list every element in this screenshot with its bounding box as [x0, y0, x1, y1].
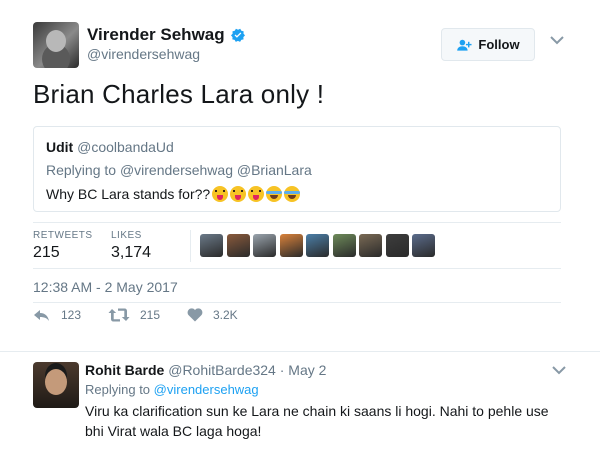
divider: [33, 302, 561, 303]
main-tweet: Virender Sehwag @virendersehwag Follow B…: [0, 0, 600, 352]
author-name[interactable]: Virender Sehwag: [87, 25, 225, 45]
author-name-row[interactable]: Virender Sehwag: [87, 25, 246, 45]
quoted-author[interactable]: Udit @coolbandaUd: [46, 139, 174, 155]
divider: [190, 230, 191, 262]
likes-label: LIKES: [111, 230, 142, 241]
author-handle[interactable]: @virendersehwag: [87, 46, 200, 62]
divider: [33, 222, 561, 223]
likes-stat[interactable]: LIKES 3,174: [111, 230, 151, 262]
quoted-replying-handles[interactable]: @virendersehwag @BrianLara: [120, 162, 312, 178]
liker-avatar[interactable]: [200, 234, 223, 257]
tongue-emoji-icon: [230, 186, 247, 202]
like-count: 3.2K: [213, 307, 238, 322]
liker-avatars: [200, 234, 435, 257]
verified-badge-icon: [230, 28, 245, 42]
reply-header: Rohit Barde @RohitBarde324 · May 2: [85, 362, 326, 378]
reply-replying-handle[interactable]: @virendersehwag: [154, 382, 259, 397]
liker-avatar[interactable]: [226, 234, 250, 257]
retweet-count: 215: [140, 308, 161, 322]
add-user-icon: [457, 39, 472, 51]
follow-label: Follow: [478, 37, 520, 52]
liker-avatar[interactable]: [385, 234, 409, 257]
divider: [33, 268, 561, 269]
reply-date[interactable]: · May 2: [280, 362, 327, 378]
tweet-timestamp[interactable]: 12:38 AM - 2 May 2017: [33, 279, 178, 295]
heart-icon: [187, 308, 203, 322]
reply-icon: [34, 310, 49, 321]
reply-count: 123: [61, 308, 82, 322]
like-button[interactable]: 3.2K: [187, 307, 238, 322]
chevron-down-icon[interactable]: [552, 365, 566, 375]
author-avatar[interactable]: [33, 22, 79, 68]
retweet-button[interactable]: 215: [108, 307, 160, 323]
reply-author-handle[interactable]: @RohitBarde324: [168, 362, 276, 378]
reply-text: Viru ka clarification sun ke Lara ne cha…: [85, 403, 549, 439]
quoted-tweet[interactable]: Udit @coolbandaUd Replying to @virenders…: [33, 126, 561, 212]
quoted-replying-prefix: Replying to: [46, 162, 117, 178]
liker-avatar[interactable]: [306, 234, 329, 257]
chevron-down-icon[interactable]: [550, 35, 564, 45]
retweets-value: 215: [33, 244, 60, 261]
retweet-icon: [108, 308, 130, 322]
reply-tweet[interactable]: Rohit Barde @RohitBarde324 · May 2 Reply…: [0, 352, 600, 450]
retweets-stat[interactable]: RETWEETS 215: [33, 230, 93, 262]
reply-replying-to: Replying to @virendersehwag: [85, 382, 259, 397]
liker-avatar[interactable]: [359, 234, 382, 257]
liker-avatar[interactable]: [279, 234, 303, 257]
quoted-author-name: Udit: [46, 139, 74, 155]
tongue-emoji-icon: [212, 186, 229, 202]
quoted-text: Why BC Lara stands for??: [46, 186, 211, 202]
reply-replying-prefix: Replying to: [85, 382, 151, 397]
reply-author-avatar[interactable]: [33, 362, 79, 408]
liker-avatar[interactable]: [253, 234, 276, 257]
reply-author-name[interactable]: Rohit Barde: [85, 362, 164, 378]
quoted-author-handle: @coolbandaUd: [77, 139, 174, 155]
likes-value: 3,174: [111, 244, 152, 261]
reply-button[interactable]: 123: [33, 307, 81, 323]
liker-avatar[interactable]: [412, 234, 435, 257]
tweet-text: Brian Charles Lara only !: [33, 79, 325, 109]
joy-emoji-icon: [284, 186, 301, 202]
quoted-replying-to: Replying to @virendersehwag @BrianLara: [46, 162, 312, 178]
joy-emoji-icon: [266, 186, 283, 202]
quoted-text-row: Why BC Lara stands for??: [46, 186, 301, 202]
retweets-label: RETWEETS: [33, 230, 93, 241]
follow-button[interactable]: Follow: [441, 28, 535, 61]
liker-avatar[interactable]: [332, 234, 356, 257]
tongue-emoji-icon: [248, 186, 265, 202]
